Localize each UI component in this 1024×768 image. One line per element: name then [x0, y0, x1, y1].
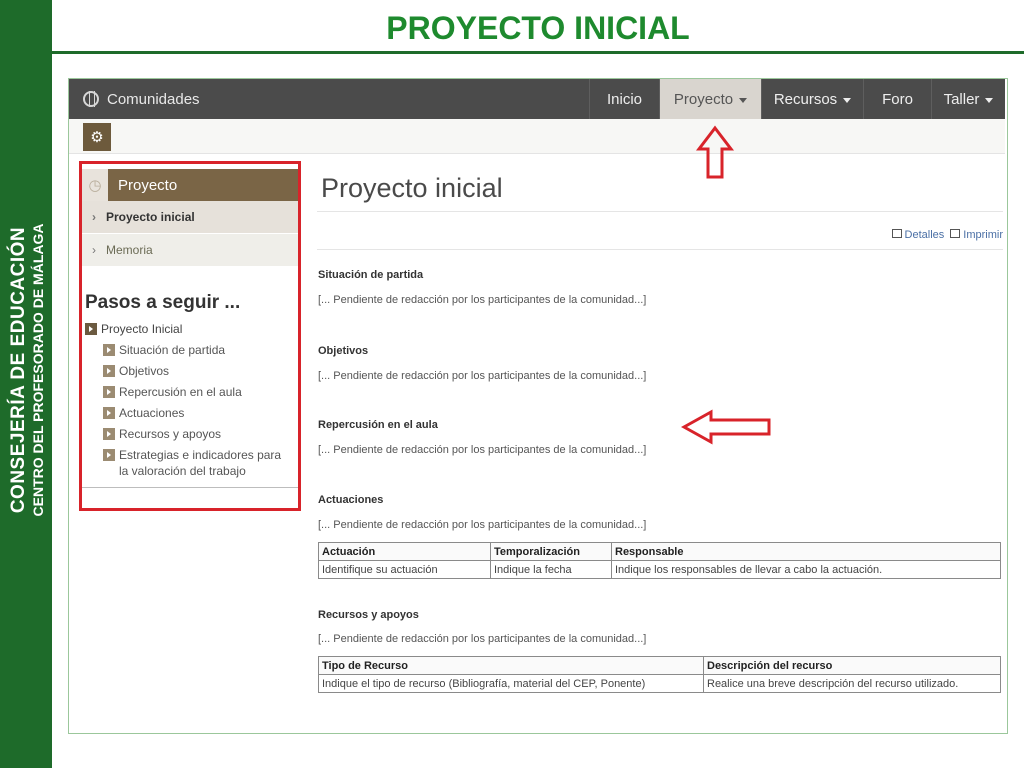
step-label: Recursos y apoyos — [119, 427, 222, 441]
brand-label: Comunidades — [107, 90, 200, 108]
table-cell[interactable]: Indique los responsables de llevar a cab… — [611, 560, 1001, 579]
details-label: Detalles — [904, 229, 945, 241]
nav-taller[interactable]: Taller — [931, 79, 1005, 119]
play-square-icon — [85, 323, 97, 335]
table-header: Temporalización — [490, 542, 612, 561]
section-title: Actuaciones — [318, 494, 384, 506]
nav-inicio[interactable]: Inicio — [589, 79, 659, 119]
page-actions: Detalles Imprimir — [891, 229, 1003, 241]
section-title: Recursos y apoyos — [318, 609, 419, 621]
left-arrow-annotation — [681, 409, 771, 445]
section-text: [... Pendiente de redacción por los part… — [318, 519, 647, 531]
table-row: Indique el tipo de recurso (Bibliografía… — [318, 674, 1001, 693]
step-situacion[interactable]: Situación de partida — [103, 342, 293, 358]
actuaciones-table: Actuación Temporalización Responsable Id… — [318, 542, 1001, 579]
table-header-row: Actuación Temporalización Responsable — [318, 542, 1001, 561]
play-square-icon — [103, 407, 115, 419]
globe-icon — [83, 91, 99, 107]
play-square-icon — [103, 428, 115, 440]
printer-icon — [950, 229, 961, 238]
panel-item-proyecto-inicial[interactable]: › Proyecto inicial — [82, 201, 298, 233]
nav-proyecto-label: Proyecto — [673, 90, 734, 108]
table-header: Actuación — [318, 542, 491, 561]
step-objetivos[interactable]: Objetivos — [103, 363, 293, 379]
up-arrow-annotation — [695, 125, 735, 179]
panel-item-memoria[interactable]: › Memoria — [82, 234, 298, 266]
nav-inicio-label: Inicio — [606, 90, 643, 108]
band-line1: CONSEJERÍA DE EDUCACIÓN — [8, 226, 29, 514]
play-square-icon — [103, 386, 115, 398]
brand[interactable]: Comunidades — [83, 79, 200, 119]
table-row: Identifique su actuación Indique la fech… — [318, 560, 1001, 579]
panel-divider — [82, 487, 298, 488]
calendar-icon — [891, 229, 902, 238]
print-link[interactable]: Imprimir — [950, 229, 1003, 241]
nav-foro-label: Foro — [882, 90, 913, 108]
chevron-right-icon: › — [92, 243, 96, 257]
pasos-title: Pasos a seguir ... — [85, 292, 241, 313]
band-line2: CENTRO DEL PROFESORADO DE MÁLAGA — [30, 223, 46, 517]
slide-title: PROYECTO INICIAL — [386, 10, 690, 46]
section-text: [... Pendiente de redacción por los part… — [318, 444, 647, 456]
section-text: [... Pendiente de redacción por los part… — [318, 370, 647, 382]
chevron-down-icon — [985, 97, 994, 103]
panel-item-label: Proyecto inicial — [106, 210, 195, 224]
print-label: Imprimir — [963, 229, 1003, 241]
section-text: [... Pendiente de redacción por los part… — [318, 633, 647, 645]
step-recursos[interactable]: Recursos y apoyos — [103, 426, 293, 442]
top-navbar: Comunidades Inicio Proyecto Recursos For… — [69, 79, 1005, 119]
panel-item-label: Memoria — [106, 243, 153, 257]
nav-foro[interactable]: Foro — [863, 79, 931, 119]
step-repercusion[interactable]: Repercusión en el aula — [103, 384, 293, 400]
table-header: Tipo de Recurso — [318, 656, 704, 675]
play-square-icon — [103, 365, 115, 377]
step-actuaciones[interactable]: Actuaciones — [103, 405, 293, 421]
band-text: CONSEJERÍA DE EDUCACIÓN CENTRO DEL PROFE… — [8, 224, 46, 517]
step-label: Actuaciones — [119, 406, 185, 420]
nav-proyecto[interactable]: Proyecto — [659, 79, 761, 119]
nav-taller-label: Taller — [943, 90, 980, 108]
section-title: Situación de partida — [318, 269, 424, 281]
page-title: Proyecto inicial — [321, 173, 503, 203]
play-square-icon — [103, 344, 115, 356]
step-label: Situación de partida — [119, 343, 226, 357]
table-header-row: Tipo de Recurso Descripción del recurso — [318, 656, 1001, 675]
step-root[interactable]: Proyecto Inicial — [85, 322, 182, 336]
project-side-panel: ◷ Proyecto › Proyecto inicial › Memoria … — [79, 161, 301, 511]
gears-icon[interactable]: ⚙ — [83, 123, 111, 151]
section-title: Repercusión en el aula — [318, 419, 438, 431]
table-cell[interactable]: Indique la fecha — [490, 560, 612, 579]
screenshot-frame: Comunidades Inicio Proyecto Recursos For… — [68, 78, 1008, 734]
step-label: Estrategias e indicadores para la valora… — [119, 448, 282, 478]
step-label: Repercusión en el aula — [119, 385, 242, 399]
section-text: [... Pendiente de redacción por los part… — [318, 294, 647, 306]
title-rule — [52, 51, 1024, 54]
table-cell[interactable]: Realice una breve descripción del recurs… — [703, 674, 1001, 693]
step-estrategias[interactable]: Estrategias e indicadores para la valora… — [103, 447, 293, 479]
section-title: Objetivos — [318, 345, 369, 357]
stopwatch-icon: ◷ — [82, 169, 108, 201]
table-header: Descripción del recurso — [703, 656, 1001, 675]
details-link[interactable]: Detalles — [891, 229, 945, 241]
chevron-right-icon: › — [92, 210, 96, 224]
actions-divider — [317, 249, 1003, 250]
nav-recursos[interactable]: Recursos — [761, 79, 863, 119]
tool-row: ⚙ — [69, 119, 1005, 154]
table-cell[interactable]: Indique el tipo de recurso (Bibliografía… — [318, 674, 704, 693]
table-header: Responsable — [611, 542, 1001, 561]
chevron-down-icon — [843, 97, 852, 103]
title-divider — [317, 211, 1003, 212]
nav-recursos-label: Recursos — [773, 90, 838, 108]
table-cell[interactable]: Identifique su actuación — [318, 560, 491, 579]
step-label: Objetivos — [119, 364, 170, 378]
side-band: CONSEJERÍA DE EDUCACIÓN CENTRO DEL PROFE… — [0, 0, 52, 768]
recursos-table: Tipo de Recurso Descripción del recurso … — [318, 656, 1001, 693]
chevron-down-icon — [739, 97, 748, 103]
panel-header: ◷ Proyecto — [82, 169, 298, 201]
step-root-label: Proyecto Inicial — [101, 322, 183, 336]
play-square-icon — [103, 449, 115, 461]
panel-header-label: Proyecto — [118, 176, 178, 194]
